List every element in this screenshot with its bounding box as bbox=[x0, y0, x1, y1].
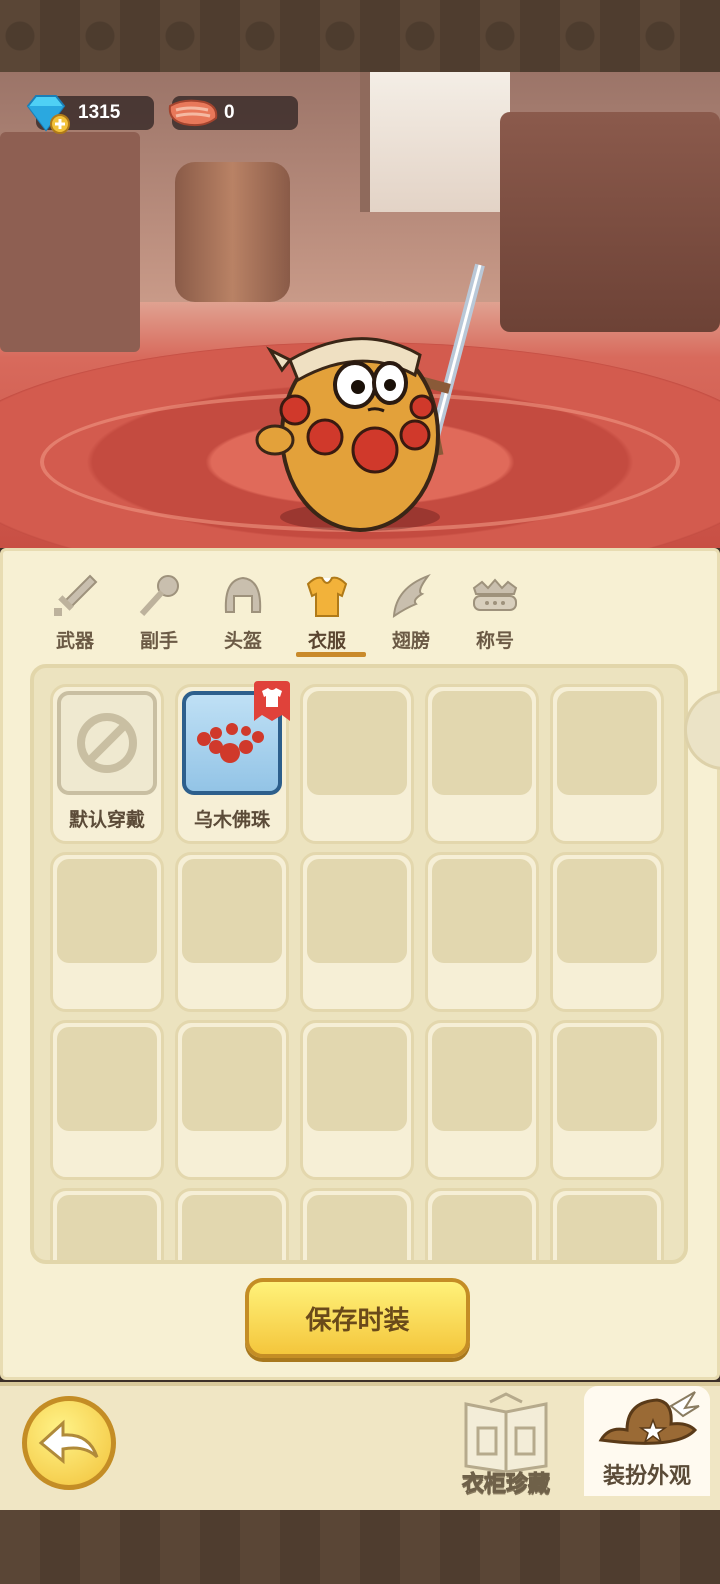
slot-empty[interactable] bbox=[425, 1020, 539, 1180]
slot-empty-frame bbox=[307, 1195, 407, 1260]
slot-empty-frame bbox=[557, 691, 657, 795]
category-tabs: 武器 副手 头盔 衣服 翅膀 称号 bbox=[40, 572, 560, 662]
scene-chest bbox=[500, 112, 720, 332]
slot-label-item: 乌木佛珠 bbox=[193, 809, 270, 831]
active-tab-indicator bbox=[296, 652, 366, 657]
slot-empty-frame bbox=[182, 1195, 282, 1260]
none-icon bbox=[77, 713, 137, 773]
slot-empty-frame bbox=[432, 691, 532, 795]
slot-empty[interactable] bbox=[50, 1020, 164, 1180]
wings-icon bbox=[392, 573, 431, 618]
title-badge-icon bbox=[472, 578, 518, 611]
meat-icon bbox=[168, 99, 218, 127]
slot-empty[interactable] bbox=[550, 1188, 664, 1260]
hat-icon bbox=[598, 1391, 700, 1445]
slot-empty[interactable] bbox=[300, 852, 414, 1012]
slot-empty[interactable] bbox=[300, 1020, 414, 1180]
slot-empty[interactable] bbox=[425, 684, 539, 844]
slot-empty[interactable] bbox=[550, 1020, 664, 1180]
wardrobe-book-icon bbox=[464, 1392, 548, 1474]
slot-label-default: 默认穿戴 bbox=[68, 809, 145, 831]
tab-label-weapon: 武器 bbox=[55, 630, 94, 652]
tab-label-clothes: 衣服 bbox=[307, 630, 346, 652]
new-clothes-tag-icon bbox=[254, 681, 290, 721]
sword-icon bbox=[54, 574, 98, 616]
slot-empty-frame bbox=[432, 859, 532, 963]
nav-label-dressup: 装扮外观 bbox=[602, 1464, 691, 1489]
slot-empty[interactable] bbox=[175, 1020, 289, 1180]
slot-empty-frame bbox=[57, 1027, 157, 1131]
tab-helmet[interactable]: 头盔 bbox=[208, 572, 278, 662]
slot-empty-frame bbox=[307, 691, 407, 795]
slot-empty-frame bbox=[57, 1195, 157, 1260]
slot-empty[interactable] bbox=[425, 852, 539, 1012]
slot-empty[interactable] bbox=[300, 684, 414, 844]
tab-label-offhand: 副手 bbox=[139, 630, 178, 652]
back-button[interactable] bbox=[22, 1396, 116, 1490]
nav-label-wardrobe: 衣柜珍藏 bbox=[461, 1472, 550, 1498]
meat-amount: 0 bbox=[224, 102, 235, 123]
slot-default-outfit[interactable]: 默认穿戴 bbox=[50, 684, 164, 844]
tab-title[interactable]: 称号 bbox=[460, 572, 530, 662]
slot-empty-frame bbox=[307, 859, 407, 963]
tab-wings[interactable]: 翅膀 bbox=[376, 572, 446, 662]
gem-amount: 1315 bbox=[78, 102, 121, 123]
potato-character bbox=[255, 263, 485, 532]
slot-empty-frame bbox=[557, 1195, 657, 1260]
bottom-border bbox=[0, 1510, 720, 1584]
nav-wardrobe-collection[interactable]: 衣柜珍藏 bbox=[446, 1392, 566, 1504]
back-arrow-icon bbox=[38, 1419, 99, 1465]
slot-empty[interactable] bbox=[550, 852, 664, 1012]
scene-shelf bbox=[0, 132, 140, 352]
slot-empty-frame bbox=[307, 1027, 407, 1131]
slot-default-frame bbox=[57, 691, 157, 795]
slot-empty-frame bbox=[557, 1027, 657, 1131]
gem-plus-icon[interactable] bbox=[22, 92, 70, 134]
tab-offhand[interactable]: 副手 bbox=[124, 572, 194, 662]
nav-dress-up[interactable]: 装扮外观 bbox=[584, 1386, 710, 1496]
offhand-icon bbox=[139, 575, 179, 617]
slot-empty-frame bbox=[182, 1027, 282, 1131]
tab-weapon[interactable]: 武器 bbox=[40, 572, 110, 662]
helmet-icon bbox=[224, 576, 262, 613]
slot-empty-frame bbox=[557, 859, 657, 963]
slot-empty[interactable] bbox=[175, 852, 289, 1012]
slot-empty[interactable] bbox=[425, 1188, 539, 1260]
costume-grid[interactable]: 默认穿戴 乌木佛珠 bbox=[30, 664, 688, 1264]
slot-empty[interactable] bbox=[50, 852, 164, 1012]
tab-label-helmet: 头盔 bbox=[223, 630, 262, 652]
slot-empty[interactable] bbox=[50, 1188, 164, 1260]
armor-icon bbox=[306, 576, 348, 617]
tab-label-wings: 翅膀 bbox=[391, 630, 430, 652]
slot-empty-frame bbox=[432, 1195, 532, 1260]
slot-empty-frame bbox=[57, 859, 157, 963]
tab-clothes[interactable]: 衣服 bbox=[292, 572, 362, 662]
slot-empty-frame bbox=[182, 859, 282, 963]
slot-empty[interactable] bbox=[300, 1188, 414, 1260]
top-border bbox=[0, 0, 720, 72]
tab-label-title: 称号 bbox=[475, 630, 514, 652]
slot-empty-frame bbox=[432, 1027, 532, 1131]
slot-ebony-beads[interactable]: 乌木佛珠 bbox=[175, 681, 290, 844]
slot-empty[interactable] bbox=[175, 1188, 289, 1260]
slot-empty[interactable] bbox=[550, 684, 664, 844]
save-costume-button[interactable]: 保存时装 bbox=[245, 1278, 470, 1358]
scene-window bbox=[360, 72, 510, 212]
